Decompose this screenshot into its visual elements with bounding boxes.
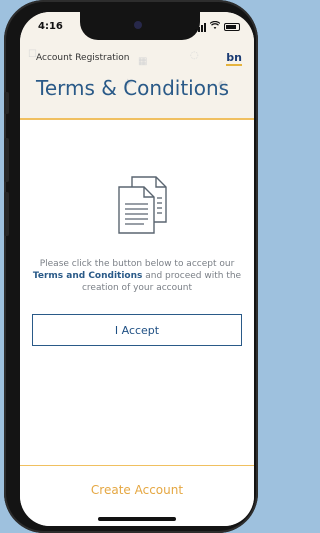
battery-icon (224, 23, 240, 31)
page-title: Terms & Conditions (36, 76, 230, 100)
terms-message: Please click the button below to accept … (26, 258, 248, 294)
message-text: Please click the button below to accept … (39, 259, 235, 269)
page-header: ☐ ▦ ◌ ◐ ✈ Account Registration bn Terms … (20, 49, 254, 120)
status-time: 4:16 (38, 21, 63, 32)
home-indicator (98, 517, 176, 521)
camera-icon (134, 21, 142, 29)
phone-side-button (4, 138, 9, 182)
brand-logo: bn (226, 51, 242, 66)
phone-side-button (4, 192, 9, 236)
terms-link[interactable]: Terms and Conditions (33, 271, 142, 281)
decorative-doodle-icon: ▦ (138, 56, 148, 67)
decorative-doodle-icon: ◌ (190, 50, 199, 61)
camera-notch (80, 12, 200, 40)
create-account-button[interactable]: Create Account (20, 483, 254, 497)
bottom-bar: Create Account (20, 465, 254, 526)
main-content: Please click the button below to accept … (20, 120, 254, 480)
accept-button[interactable]: I Accept (32, 314, 242, 346)
phone-side-button (4, 92, 9, 114)
breadcrumb: Account Registration (36, 53, 130, 63)
signal-icon (195, 22, 206, 32)
phone-frame: 4:16 ☐ ▦ ◌ ◐ ✈ Account Registration bn T… (4, 0, 258, 533)
status-icons (195, 20, 240, 33)
status-bar: 4:16 (20, 12, 254, 52)
wifi-icon (209, 20, 221, 33)
app-screen: 4:16 ☐ ▦ ◌ ◐ ✈ Account Registration bn T… (20, 12, 254, 526)
documents-icon (106, 172, 174, 240)
